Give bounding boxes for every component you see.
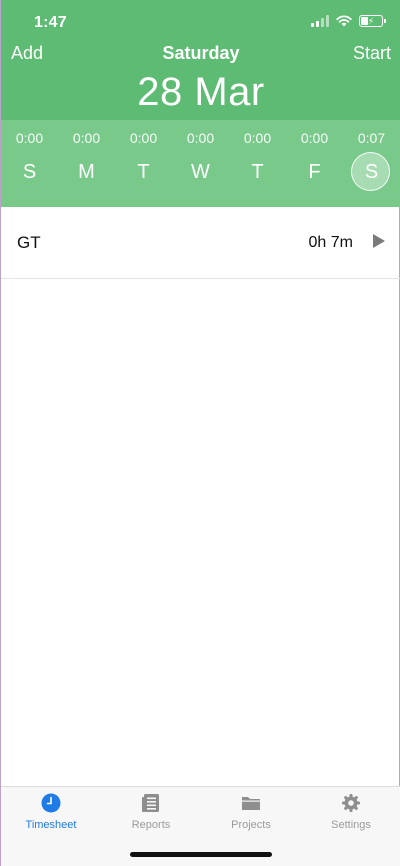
day-friday[interactable]: 0:00 F <box>286 120 343 207</box>
day-time: 0:00 <box>129 130 158 146</box>
day-letter: W <box>191 161 210 183</box>
app-screen: 1:47 ⚡ Add Saturday Start 28 Mar 0:00 S … <box>0 0 400 866</box>
day-thursday[interactable]: 0:00 T <box>229 120 286 207</box>
day-tuesday[interactable]: 0:00 T <box>115 120 172 207</box>
day-time: 0:00 <box>72 130 101 146</box>
day-wednesday[interactable]: 0:00 W <box>172 120 229 207</box>
day-time: 0:07 <box>357 130 386 146</box>
tab-label: Projects <box>231 819 271 831</box>
day-letter: T <box>251 161 264 183</box>
status-time: 1:47 <box>34 14 67 31</box>
clock-icon <box>41 793 61 813</box>
entry-project-name: GT <box>17 233 41 252</box>
day-saturday[interactable]: 0:07 S <box>343 120 400 207</box>
play-icon[interactable] <box>373 234 385 248</box>
day-letter: M <box>78 161 95 183</box>
date-display: 28 Mar <box>137 70 265 114</box>
day-time: 0:00 <box>300 130 329 146</box>
tab-label: Timesheet <box>25 819 77 831</box>
cellular-signal-icon <box>311 15 329 27</box>
start-button[interactable]: Start <box>353 43 391 64</box>
reports-icon <box>141 793 161 813</box>
gear-icon <box>341 793 361 813</box>
timesheet-entry-row[interactable]: GT 0h 7m <box>1 207 400 279</box>
day-time: 0:00 <box>243 130 272 146</box>
tab-timesheet[interactable]: Timesheet <box>1 787 101 837</box>
status-icons: ⚡ <box>311 15 386 27</box>
tab-projects[interactable]: Projects <box>201 787 301 837</box>
tab-label: Reports <box>131 819 171 831</box>
day-letter: F <box>308 161 321 183</box>
day-letter: S <box>22 161 37 183</box>
folder-icon <box>241 793 261 813</box>
day-time: 0:00 <box>15 130 44 146</box>
tab-label: Settings <box>331 819 371 831</box>
tab-settings[interactable]: Settings <box>301 787 400 837</box>
day-time: 0:00 <box>186 130 215 146</box>
day-title: Saturday <box>162 43 240 63</box>
header: 1:47 ⚡ Add Saturday Start 28 Mar <box>1 0 400 120</box>
week-strip: 0:00 S 0:00 M 0:00 T 0:00 W 0:00 T 0:00 … <box>1 120 400 207</box>
battery-icon: ⚡ <box>359 15 386 27</box>
day-sunday[interactable]: 0:00 S <box>1 120 58 207</box>
day-letter: T <box>137 161 150 183</box>
entry-duration: 0h 7m <box>308 234 353 251</box>
home-indicator <box>130 852 272 857</box>
day-monday[interactable]: 0:00 M <box>58 120 115 207</box>
day-letter: S <box>364 161 379 183</box>
wifi-icon <box>336 15 352 27</box>
tab-reports[interactable]: Reports <box>101 787 201 837</box>
